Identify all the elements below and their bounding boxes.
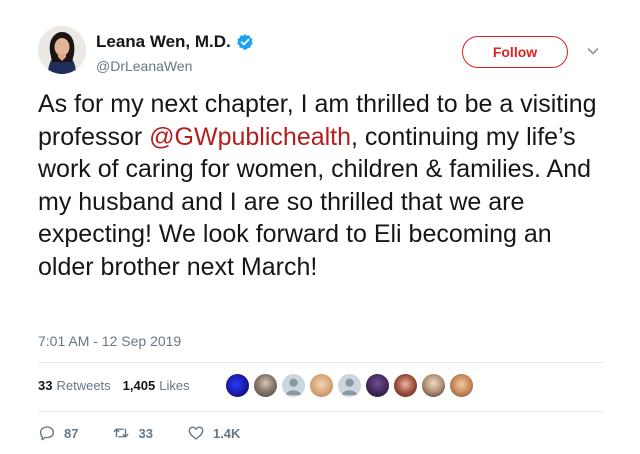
liker-avatar[interactable]	[309, 373, 334, 398]
liker-avatars	[225, 373, 477, 398]
like-count: 1.4K	[212, 425, 241, 441]
likes-label[interactable]: Likes	[159, 378, 189, 393]
tweet-stats: 33 Retweets 1,405 Likes	[38, 378, 190, 393]
liker-avatar[interactable]	[225, 373, 250, 398]
author-avatar[interactable]	[38, 26, 86, 74]
mention-link[interactable]: @GWpublichealth	[149, 123, 351, 151]
tweet-actions: 87 33 1.4K	[38, 424, 274, 442]
author-handle[interactable]: @DrLeanaWen	[96, 58, 192, 74]
liker-avatar[interactable]	[253, 373, 278, 398]
retweets-label[interactable]: Retweets	[56, 378, 110, 393]
reply-button[interactable]: 87	[38, 424, 78, 442]
heart-icon	[188, 426, 204, 440]
verified-badge-icon	[236, 33, 254, 51]
liker-avatar[interactable]	[449, 373, 474, 398]
retweet-count: 33	[138, 425, 153, 441]
liker-avatar[interactable]	[421, 373, 446, 398]
liker-avatar[interactable]	[337, 373, 362, 398]
reply-count: 87	[64, 425, 79, 441]
follow-button[interactable]: Follow	[462, 36, 568, 68]
tweet-text: As for my next chapter, I am thrilled to…	[38, 88, 608, 283]
likes-count[interactable]: 1,405	[123, 378, 156, 393]
retweet-icon	[114, 428, 129, 438]
like-button[interactable]: 1.4K	[187, 424, 240, 442]
liker-avatar[interactable]	[281, 373, 306, 398]
retweet-button[interactable]: 33	[112, 424, 153, 442]
chevron-down-icon[interactable]	[586, 44, 600, 58]
liker-avatar[interactable]	[393, 373, 418, 398]
author-display-name[interactable]: Leana Wen, M.D.	[96, 32, 231, 52]
divider	[38, 362, 604, 363]
liker-avatar[interactable]	[365, 373, 390, 398]
retweets-count[interactable]: 33	[38, 378, 52, 393]
divider	[38, 411, 604, 412]
reply-icon	[39, 426, 55, 441]
tweet-timestamp[interactable]: 7:01 AM - 12 Sep 2019	[38, 333, 181, 349]
author-name-row[interactable]: Leana Wen, M.D.	[96, 32, 254, 52]
tweet-card: Leana Wen, M.D. @DrLeanaWen Follow As fo…	[0, 0, 640, 454]
